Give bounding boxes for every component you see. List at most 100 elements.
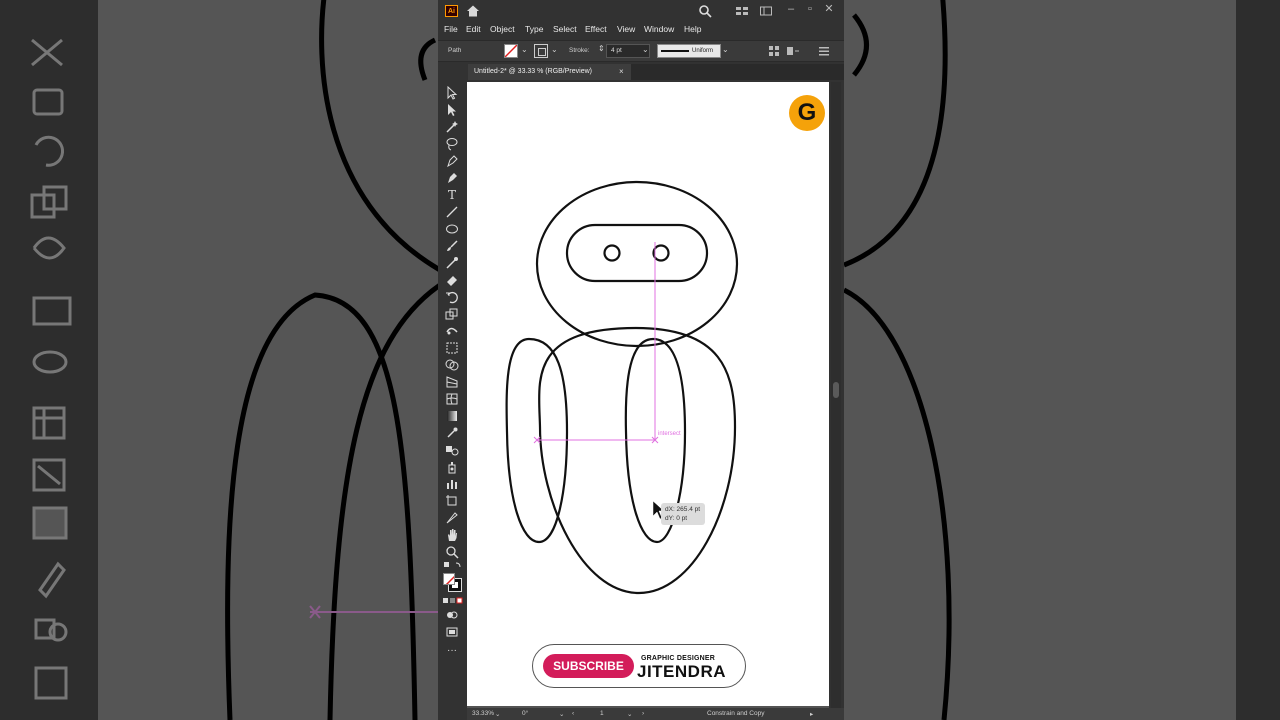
fill-dropdown-icon[interactable]: ⌄ <box>521 45 528 54</box>
perspective-grid-tool-icon[interactable] <box>445 375 459 389</box>
menu-window[interactable]: Window <box>644 24 674 34</box>
scrollbar-thumb[interactable] <box>833 382 839 398</box>
channel-tagline: GRAPHIC DESIGNER <box>641 655 715 662</box>
background-left <box>0 0 438 720</box>
rotation-dropdown-icon[interactable]: ⌄ <box>559 710 564 718</box>
column-graph-tool-icon[interactable] <box>445 477 459 491</box>
shape-builder-tool-icon[interactable] <box>445 358 459 372</box>
zoom-dropdown-icon[interactable]: ⌄ <box>495 710 500 718</box>
color-mode-icons[interactable] <box>443 597 463 605</box>
canvas-area[interactable]: intersect dX: 265.4 pt dY: 0 pt G SUBSCR… <box>467 82 829 708</box>
paintbrush-tool-icon[interactable] <box>445 239 459 253</box>
line-tool-icon[interactable] <box>445 205 459 219</box>
fill-swatch[interactable] <box>504 44 518 58</box>
fill-stroke-indicator[interactable] <box>443 573 463 593</box>
subscribe-banner[interactable]: SUBSCRIBE GRAPHIC DESIGNER JITENDRA <box>532 644 746 688</box>
vertical-scrollbar[interactable] <box>831 82 841 708</box>
arrange-documents-icon[interactable] <box>735 4 749 18</box>
hand-tool-icon[interactable] <box>445 528 459 542</box>
search-icon[interactable] <box>698 4 712 18</box>
stroke-dropdown-icon[interactable]: ⌄ <box>551 45 558 54</box>
stroke-label: Stroke: <box>569 47 590 54</box>
minimize-icon[interactable]: – <box>783 2 799 18</box>
document-tab[interactable]: Untitled-2* @ 33.33 % (RGB/Preview) × <box>468 64 631 80</box>
zoom-level[interactable]: 33.33% <box>472 710 494 717</box>
eraser-tool-icon[interactable] <box>445 273 459 287</box>
menu-file[interactable]: File <box>444 24 458 34</box>
menu-edit[interactable]: Edit <box>466 24 481 34</box>
artboard-prev-icon[interactable]: ‹ <box>572 710 574 717</box>
subscribe-button[interactable]: SUBSCRIBE <box>543 654 634 678</box>
artboard-next-icon[interactable]: › <box>642 710 644 717</box>
pen-tool-icon[interactable] <box>445 154 459 168</box>
rotate-tool-icon[interactable] <box>445 290 459 304</box>
gradient-tool-icon[interactable] <box>445 409 459 423</box>
control-bar: Path ⌄ ⌄ Stroke: ⇕ 4 pt ⌄ Uniform ⌄ <box>438 40 844 62</box>
edit-toolbar-icon[interactable]: ··· <box>445 646 459 660</box>
smart-guides <box>533 242 659 444</box>
menu-view[interactable]: View <box>617 24 635 34</box>
blend-tool-icon[interactable] <box>445 443 459 457</box>
screen-mode-icon[interactable] <box>445 625 459 639</box>
direct-selection-tool-icon[interactable] <box>445 103 459 117</box>
free-transform-tool-icon[interactable] <box>445 341 459 355</box>
puppet-warp-tool-icon[interactable] <box>445 324 459 338</box>
ellipse-tool-icon[interactable] <box>445 222 459 236</box>
type-tool-icon[interactable]: T <box>445 188 459 202</box>
variable-width-profile[interactable]: Uniform <box>657 44 721 58</box>
menu-type[interactable]: Type <box>525 24 543 34</box>
menu-effect[interactable]: Effect <box>585 24 607 34</box>
status-bar: 33.33% ⌄ 0° ⌄ ‹ 1 ⌄ › Constrain and Copy… <box>467 708 844 720</box>
curvature-tool-icon[interactable] <box>445 171 459 185</box>
status-menu-icon[interactable]: ▸ <box>810 710 813 718</box>
eyedropper-tool-icon[interactable] <box>445 426 459 440</box>
tooltip-dx: dX: 265.4 pt <box>665 506 701 513</box>
menu-select[interactable]: Select <box>553 24 577 34</box>
background-right <box>844 0 1280 720</box>
symbol-sprayer-tool-icon[interactable] <box>445 460 459 474</box>
tool-status: Constrain and Copy <box>707 710 765 717</box>
home-icon[interactable] <box>466 4 480 18</box>
robot-head <box>535 180 739 348</box>
menu-help[interactable]: Help <box>684 24 701 34</box>
slice-tool-icon[interactable] <box>445 511 459 525</box>
menu-bar: File Edit Object Type Select Effect View… <box>438 22 844 38</box>
transform-icon[interactable] <box>786 45 800 57</box>
tooltip-dy: dY: 0 pt <box>665 515 688 522</box>
stroke-weight-dropdown-icon[interactable]: ⌄ <box>642 45 649 54</box>
mesh-tool-icon[interactable] <box>445 392 459 406</box>
artwork-robot[interactable] <box>467 82 829 706</box>
zoom-tool-icon[interactable] <box>445 545 459 559</box>
fill-indicator[interactable] <box>443 573 455 585</box>
shaper-tool-icon[interactable] <box>445 256 459 270</box>
robot-body <box>538 326 737 595</box>
workspace-icon[interactable] <box>759 4 773 18</box>
scale-tool-icon[interactable] <box>445 307 459 321</box>
close-window-icon[interactable]: ✕ <box>821 2 837 18</box>
magic-wand-tool-icon[interactable] <box>445 120 459 134</box>
tools-panel: T ··· <box>440 82 464 666</box>
robot-visor <box>565 223 709 283</box>
document-tab-bar: Untitled-2* @ 33.33 % (RGB/Preview) × <box>468 64 844 80</box>
default-swap-colors-icon[interactable] <box>443 561 463 571</box>
maximize-icon[interactable]: ▫ <box>802 2 818 18</box>
profile-dropdown-icon[interactable]: ⌄ <box>722 45 729 54</box>
artboard-tool-icon[interactable] <box>445 494 459 508</box>
artboard-number[interactable]: 1 <box>600 710 604 717</box>
lasso-tool-icon[interactable] <box>445 137 459 151</box>
artboard[interactable]: intersect dX: 265.4 pt dY: 0 pt G SUBSCR… <box>467 82 829 706</box>
close-tab-icon[interactable]: × <box>619 67 624 76</box>
drawing-modes-icon[interactable] <box>445 608 459 622</box>
illustrator-window: Ai – ▫ ✕ File Edit Object Type Select Ef… <box>438 0 844 720</box>
smart-guide-label: intersect <box>658 431 681 437</box>
align-icon[interactable] <box>768 45 780 57</box>
none-fill-icon <box>505 45 517 57</box>
artboard-dropdown-icon[interactable]: ⌄ <box>627 710 632 718</box>
selection-tool-icon[interactable] <box>445 86 459 100</box>
panel-menu-icon[interactable] <box>818 45 830 57</box>
stroke-stepper-icon[interactable]: ⇕ <box>598 44 605 53</box>
stroke-swatch[interactable] <box>534 44 548 58</box>
rotation-value[interactable]: 0° <box>522 710 528 717</box>
menu-object[interactable]: Object <box>490 24 515 34</box>
app-logo: Ai <box>445 5 458 17</box>
